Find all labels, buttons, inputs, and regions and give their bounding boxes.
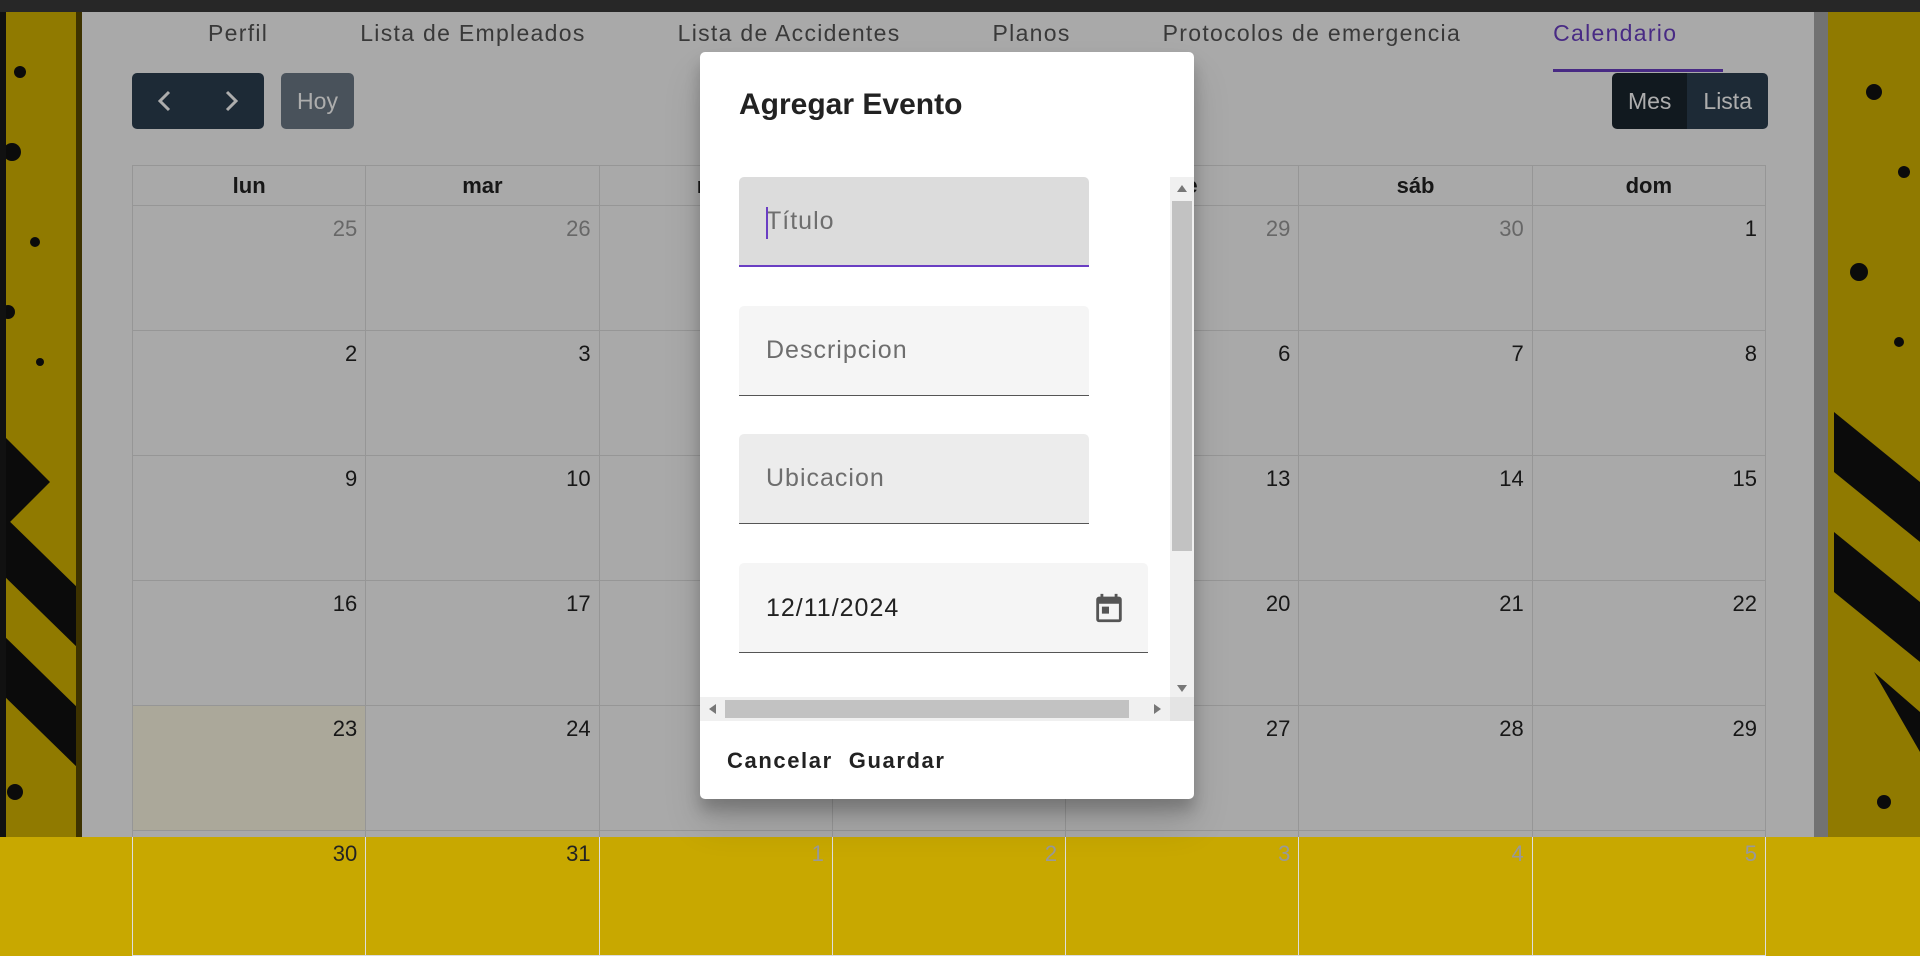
calendar-week-row: 30 31 1 2 3 4 5: [131, 830, 1767, 956]
dialog-actions: Cancelar Guardar: [726, 740, 947, 782]
calendar-icon[interactable]: [1092, 591, 1126, 625]
date-value[interactable]: 12/11/2024: [766, 563, 899, 653]
scroll-right-arrow-icon[interactable]: [1154, 704, 1161, 714]
calendar-day-cell[interactable]: 1: [598, 830, 833, 956]
scrollbar-corner: [1170, 697, 1194, 721]
calendar-day-cell[interactable]: 30: [131, 830, 367, 956]
add-event-dialog: Agregar Evento 12/11/2024: [700, 52, 1194, 799]
dialog-scroll-content: 12/11/2024: [700, 177, 1194, 764]
day-number: 4: [1511, 841, 1524, 866]
day-number: 30: [332, 841, 358, 866]
calendar-day-cell[interactable]: 3: [1065, 830, 1300, 956]
vertical-scroll-thumb[interactable]: [1172, 201, 1192, 551]
horizontal-scrollbar[interactable]: [700, 697, 1170, 721]
day-number: 31: [566, 841, 591, 866]
dialog-title: Agregar Evento: [739, 88, 963, 121]
ubicacion-field[interactable]: [739, 434, 1089, 524]
calendar-day-cell[interactable]: 4: [1298, 830, 1533, 956]
descripcion-input[interactable]: [739, 306, 1089, 395]
save-button[interactable]: Guardar: [848, 740, 947, 782]
descripcion-field[interactable]: [739, 306, 1089, 396]
vertical-scrollbar[interactable]: [1170, 177, 1194, 697]
calendar-day-cell[interactable]: 31: [365, 830, 600, 956]
calendar-day-cell[interactable]: 5: [1531, 830, 1767, 956]
calendar-day-cell[interactable]: 2: [831, 830, 1067, 956]
ubicacion-input[interactable]: [739, 434, 1089, 523]
scroll-left-arrow-icon[interactable]: [709, 704, 716, 714]
text-caret: [766, 207, 768, 239]
titulo-field[interactable]: [739, 177, 1089, 267]
day-number: 5: [1744, 841, 1757, 866]
scroll-up-arrow-icon[interactable]: [1177, 185, 1187, 192]
scroll-down-arrow-icon[interactable]: [1177, 685, 1187, 692]
titulo-input[interactable]: [739, 177, 1089, 265]
horizontal-scroll-thumb[interactable]: [725, 700, 1129, 718]
day-number: 3: [1278, 841, 1291, 866]
date-field[interactable]: 12/11/2024: [739, 563, 1148, 653]
day-number: 1: [811, 841, 824, 866]
cancel-button[interactable]: Cancelar: [726, 740, 834, 782]
day-number: 2: [1044, 841, 1058, 866]
